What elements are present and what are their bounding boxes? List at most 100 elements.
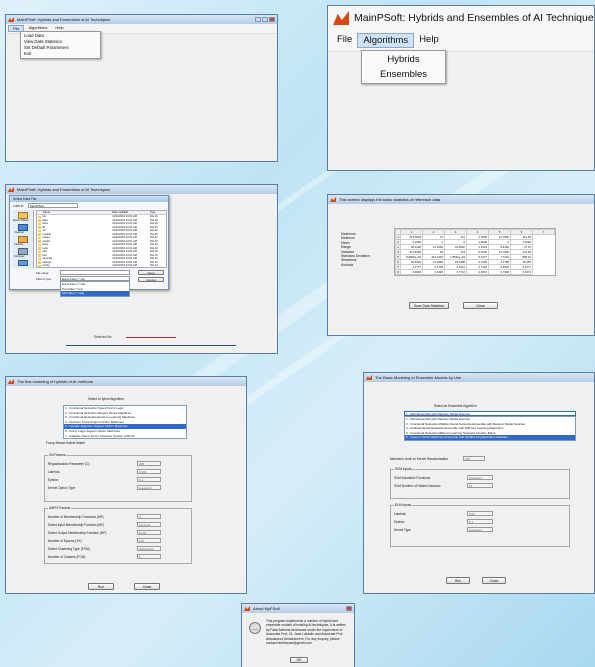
column-name[interactable]: Name (37, 211, 112, 214)
place-label: Libraries (14, 243, 24, 246)
matlab-logo-icon (333, 11, 349, 25)
info-icon: … (249, 622, 261, 634)
max-limit-field[interactable]: 100 (463, 456, 485, 461)
field-input[interactable]: 10 (467, 483, 493, 488)
matlab-logo-icon (8, 17, 14, 22)
field-input[interactable]: 3 (137, 514, 161, 519)
window-title: MainPSoft: Hybrids and Ensembles of AI T… (354, 12, 595, 24)
computer-icon[interactable] (18, 248, 28, 255)
place-label: Recent Places (13, 219, 29, 222)
field-input[interactable]: Gaussian (467, 527, 493, 532)
file-name-input[interactable] (60, 270, 130, 275)
close-button[interactable]: Close (463, 302, 498, 309)
type-option[interactable]: MAT-files (*.mat) (61, 291, 129, 296)
ok-button[interactable]: OK (290, 657, 308, 663)
run-button[interactable]: Run (88, 583, 114, 590)
look-in-label: Look in: (13, 204, 25, 208)
cancel-button[interactable]: Cancel (138, 277, 164, 282)
field-input[interactable]: 100 (137, 538, 161, 543)
field-input[interactable]: 0.01 (467, 511, 493, 516)
list-item[interactable]: 7 - Adaptive Neuro-Fuzzy Inference Syste… (64, 434, 186, 439)
field-label: Epsilon (48, 478, 59, 482)
maximize-icon[interactable] (262, 16, 268, 22)
libraries-icon[interactable] (18, 236, 28, 243)
minimize-icon[interactable] (255, 16, 261, 22)
window-algorithms-menu: MainPSoft: Hybrids and Ensembles of AI T… (327, 5, 595, 171)
window-file-menu: MainPSoft: Hybrids and Ensembles of AI T… (5, 14, 278, 162)
menu-item-hybrids[interactable]: Hybrids (362, 52, 445, 67)
menu-file[interactable]: File (332, 33, 357, 48)
file-date: 12/10/2012 10:01 AM (112, 264, 137, 267)
stat-labels: Maximum Minimum Mean Range Variance Standard … (341, 232, 370, 267)
open-button[interactable]: Open (138, 270, 164, 275)
column-type[interactable]: Type (150, 211, 166, 214)
field-input[interactable]: linear (137, 530, 161, 535)
table-cell[interactable]: 2.7938 (488, 269, 511, 275)
menu-item-ensembles[interactable]: Ensembles (362, 67, 445, 82)
window-title: This screen displays the basic statistic… (339, 197, 441, 202)
close-button[interactable]: Close (134, 583, 160, 590)
field-label: Number of Membership Functions (MF) (48, 515, 104, 519)
folder-icon (38, 236, 41, 239)
close-icon[interactable] (346, 605, 352, 611)
fuzzy-model-label: Fuzzy-Neural-Hybrid Model (46, 441, 85, 445)
window-hybrids: The first modeling of hybrids of AI meth… (5, 376, 247, 594)
save-statistics-button[interactable]: Save Data Statistics (409, 302, 449, 309)
field-input[interactable]: Subtractive (137, 546, 161, 551)
field-label: Kernel Type (394, 528, 411, 532)
selected-file-line (126, 337, 176, 338)
desktop-icon[interactable] (18, 224, 28, 231)
select-hybrid-label: Select a Hybrid Algorithm (88, 397, 124, 401)
field-label: Epsilon (394, 520, 405, 524)
footer-line (66, 345, 236, 346)
close-icon[interactable] (269, 16, 275, 22)
run-button[interactable]: Run (446, 577, 470, 584)
menu-help[interactable]: Help (414, 33, 444, 48)
column-date[interactable]: Date modified (112, 211, 150, 214)
menu-item-exit[interactable]: Exit (21, 51, 100, 57)
folder-icon (38, 229, 41, 232)
place-label: Desktop (15, 231, 24, 234)
table-cell[interactable]: 2.3972 (466, 269, 489, 275)
field-input[interactable]: Gaussian (467, 475, 493, 480)
field-input[interactable]: 300 (137, 461, 161, 466)
table-cell[interactable]: 2.0328 (422, 269, 445, 275)
file-type: File fol (150, 264, 158, 267)
close-button[interactable]: Close (482, 577, 506, 584)
field-input[interactable]: 5 (137, 554, 161, 559)
table-row: 8 3.9900 2.0328 3.7712 2.3972 2.7938 2.3374 (395, 269, 555, 275)
recent-places-icon[interactable] (18, 212, 28, 219)
folder-icon (38, 215, 41, 218)
table-cell[interactable]: 3.7712 (444, 269, 467, 275)
window-title: MainPSoft: Hybrids and Ensembles of AI T… (17, 187, 111, 192)
folder-icon (38, 222, 41, 225)
algorithms-dropdown: Hybrids Ensembles (361, 50, 446, 84)
list-item[interactable]: 5 - Support Vector Machines Ensemble wit… (405, 435, 575, 440)
table-cell[interactable]: 2.3374 (510, 269, 533, 275)
ga-params-title: GA Params (48, 453, 67, 457)
file-type-select[interactable]: Excel Files (*.xls) (60, 276, 130, 281)
field-input[interactable]: 0.1 (467, 519, 493, 524)
menu-bar: File Algorithms Help (328, 30, 594, 52)
field-input[interactable]: Gaussian (137, 485, 161, 490)
window-ensembles: The Basic Modeling of Ensemble Models by… (363, 372, 595, 594)
dialog-title: Select Data File (10, 196, 168, 202)
file-row[interactable]: config 12/10/2012 10:01 AM File fol (37, 264, 166, 267)
folder-icon (38, 257, 41, 260)
window-controls (255, 16, 275, 22)
field-input[interactable]: 0.001 (137, 469, 161, 474)
field-input[interactable]: 0.1 (137, 477, 161, 482)
window-title: The first modeling of hybrids of AI meth… (17, 379, 93, 384)
folder-icon (38, 226, 41, 229)
field-label: Select Input Membership Function (MF) (48, 523, 104, 527)
field-input[interactable]: gaussmf (137, 522, 161, 527)
menu-algorithms[interactable]: Algorithms (357, 33, 415, 48)
file-dialog: Select Data File Look in: MainPSoft Rece… (9, 195, 169, 297)
network-icon[interactable] (18, 260, 28, 266)
places-bar: Recent Places Desktop Libraries Computer (12, 210, 34, 268)
field-label: Lambda (48, 470, 60, 474)
table-cell[interactable]: 3.9900 (400, 269, 423, 275)
file-name: config (42, 264, 50, 267)
look-in-select[interactable]: MainPSoft (28, 203, 78, 208)
file-dropdown: Load Data View Data Statistics Set Defau… (20, 31, 101, 59)
